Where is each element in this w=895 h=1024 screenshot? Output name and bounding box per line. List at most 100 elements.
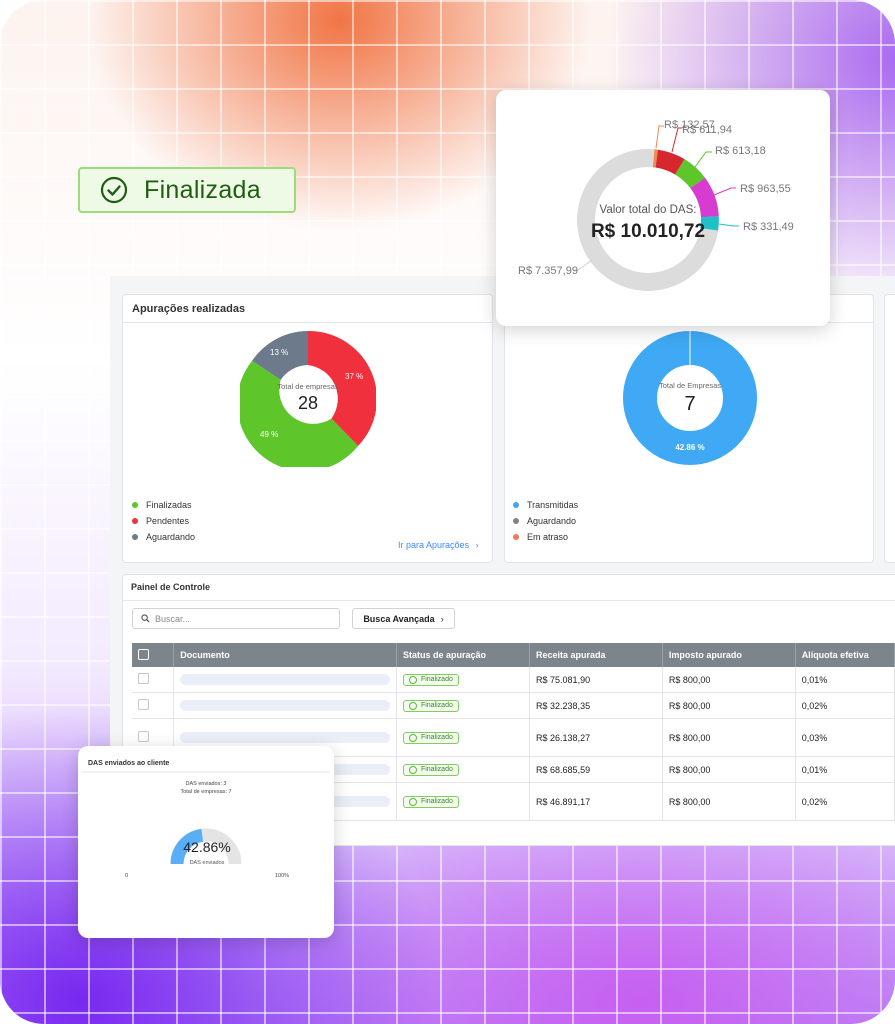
das-donut: R$ 132,57 R$ 611,94 R$ 613,18 R$ 963,55 … <box>518 119 794 291</box>
legend-item: Aguardando <box>132 529 195 545</box>
legend-dot <box>513 534 519 540</box>
aliquota-cell: 0,01% <box>795 667 895 693</box>
gauge-sub: DAS enviados <box>190 860 225 866</box>
column-header[interactable]: Alíquota efetiva <box>795 643 895 667</box>
envios-legend: Transmitidas Aguardando Em atraso <box>513 497 578 545</box>
status-label: Finalizado <box>420 766 453 773</box>
ir-para-apuracoes-link[interactable]: Ir para Apurações › <box>398 540 479 550</box>
gauge-line-1: DAS enviados: 3 <box>186 781 227 787</box>
aliquota-cell: 0,03% <box>795 718 895 757</box>
apuracoes-donut: 13 % 37 % 49 % Total de empresas 28 <box>240 331 376 467</box>
redacted-document <box>180 732 390 743</box>
leader-line <box>694 151 712 168</box>
chevron-right-icon: › <box>475 540 479 550</box>
busca-avancada-button[interactable]: Busca Avançada › <box>352 608 455 629</box>
status-label: Finalizado <box>420 734 453 741</box>
envios-card: Total de Empresas 7 42.86 % Transmitidas… <box>504 294 874 563</box>
receita-cell: R$ 32.238,35 <box>529 692 663 719</box>
legend-item: Aguardando <box>513 513 578 529</box>
das-gauge: DAS enviados ao cliente DAS enviados: 3 … <box>82 760 330 879</box>
imposto-cell: R$ 800,00 <box>662 667 796 693</box>
table-header: Documento Status de apuração Receita apu… <box>132 643 895 667</box>
gauge-value: 42.86% <box>183 839 230 855</box>
imposto-cell: R$ 800,00 <box>662 718 796 757</box>
check-circle-icon <box>408 797 417 806</box>
search-input[interactable]: Buscar... <box>132 608 340 629</box>
button-label: Busca Avançada <box>363 613 435 624</box>
select-all-checkbox[interactable] <box>138 648 149 660</box>
legend-label: Em atraso <box>527 532 569 542</box>
status-cell: Finalizado <box>396 667 531 693</box>
legend-item: Finalizadas <box>132 497 195 513</box>
legend-dot <box>513 518 519 524</box>
aliquota-cell: 0,02% <box>795 692 895 719</box>
redacted-document <box>180 674 390 685</box>
label-331: R$ 331,49 <box>743 221 794 233</box>
row-checkbox[interactable] <box>138 673 149 684</box>
legend-item: Em atraso <box>513 529 578 545</box>
label-7357: R$ 7.357,99 <box>518 265 578 277</box>
status-cell: Finalizado <box>396 782 531 821</box>
status-pill: Finalizado <box>402 795 459 808</box>
status-badge: Finalizada <box>78 167 296 213</box>
gauge-max: 100% <box>275 873 289 879</box>
imposto-cell: R$ 800,00 <box>662 756 796 783</box>
document-cell <box>173 667 397 693</box>
envios-donut: Total de Empresas 7 42.86 % <box>623 331 757 465</box>
column-header[interactable]: Imposto apurado <box>662 643 796 667</box>
status-cell: Finalizado <box>396 692 531 719</box>
gauge-min: 0 <box>125 873 128 879</box>
check-circle-icon <box>408 765 417 774</box>
column-header[interactable]: Documento <box>173 643 397 667</box>
table-row[interactable]: Finalizado R$ 32.238,35 R$ 800,00 0,02% <box>132 692 895 719</box>
status-cell: Finalizado <box>396 718 531 757</box>
center-value: 7 <box>684 393 695 415</box>
redacted-document <box>180 700 390 711</box>
row-select-cell <box>132 692 175 719</box>
legend-label: Transmitidas <box>527 500 579 510</box>
label-963: R$ 963,55 <box>740 183 791 195</box>
divider <box>122 600 895 601</box>
row-checkbox[interactable] <box>138 731 149 742</box>
das-total-card: R$ 132,57 R$ 611,94 R$ 613,18 R$ 963,55 … <box>496 90 830 326</box>
legend-dot <box>132 534 138 540</box>
column-header[interactable]: Status de apuração <box>396 643 531 667</box>
leader-line <box>655 125 664 149</box>
link-label: Ir para Apurações <box>398 540 470 550</box>
status-label: Finalizado <box>420 702 453 709</box>
status-label: Finalizado <box>420 676 453 683</box>
check-circle-icon <box>408 733 417 742</box>
receita-cell: R$ 68.685,59 <box>529 756 663 783</box>
legend-item: Transmitidas <box>513 497 578 513</box>
check-circle-icon <box>100 176 128 204</box>
status-label: Finalizado <box>420 798 453 805</box>
chevron-right-icon: › <box>440 613 444 624</box>
check-circle-icon <box>408 675 417 684</box>
gauge-line-2: Total de empresas: 7 <box>180 789 231 795</box>
status-pill: Finalizado <box>402 763 459 776</box>
check-circle-icon <box>408 701 417 710</box>
column-header[interactable]: Receita apurada <box>529 643 663 667</box>
legend-label: Pendentes <box>146 516 190 526</box>
das-enviados-card: DAS enviados ao cliente DAS enviados: 3 … <box>78 746 334 938</box>
gauge-title: DAS enviados ao cliente <box>88 760 169 767</box>
table-row[interactable]: Finalizado R$ 75.081,90 R$ 800,00 0,01% <box>132 667 895 693</box>
leader-line <box>718 223 739 227</box>
legend-label: Finalizadas <box>146 500 192 510</box>
third-card-partial <box>884 294 895 563</box>
slice-label: 42.86 % <box>675 443 704 452</box>
legend-label: Aguardando <box>527 516 577 526</box>
receita-cell: R$ 46.891,17 <box>529 782 663 821</box>
status-pill: Finalizado <box>402 673 459 686</box>
search-placeholder: Buscar... <box>155 613 191 624</box>
status-pill: Finalizado <box>402 699 459 712</box>
imposto-cell: R$ 800,00 <box>662 692 796 719</box>
document-cell <box>173 692 397 719</box>
select-all-cell <box>132 643 175 667</box>
aliquota-cell: 0,02% <box>795 782 895 821</box>
label-613: R$ 613,18 <box>715 145 766 157</box>
status-cell: Finalizado <box>396 756 531 783</box>
das-center-title: Valor total do DAS: <box>600 204 697 216</box>
receita-cell: R$ 75.081,90 <box>529 667 663 693</box>
row-checkbox[interactable] <box>138 699 149 710</box>
